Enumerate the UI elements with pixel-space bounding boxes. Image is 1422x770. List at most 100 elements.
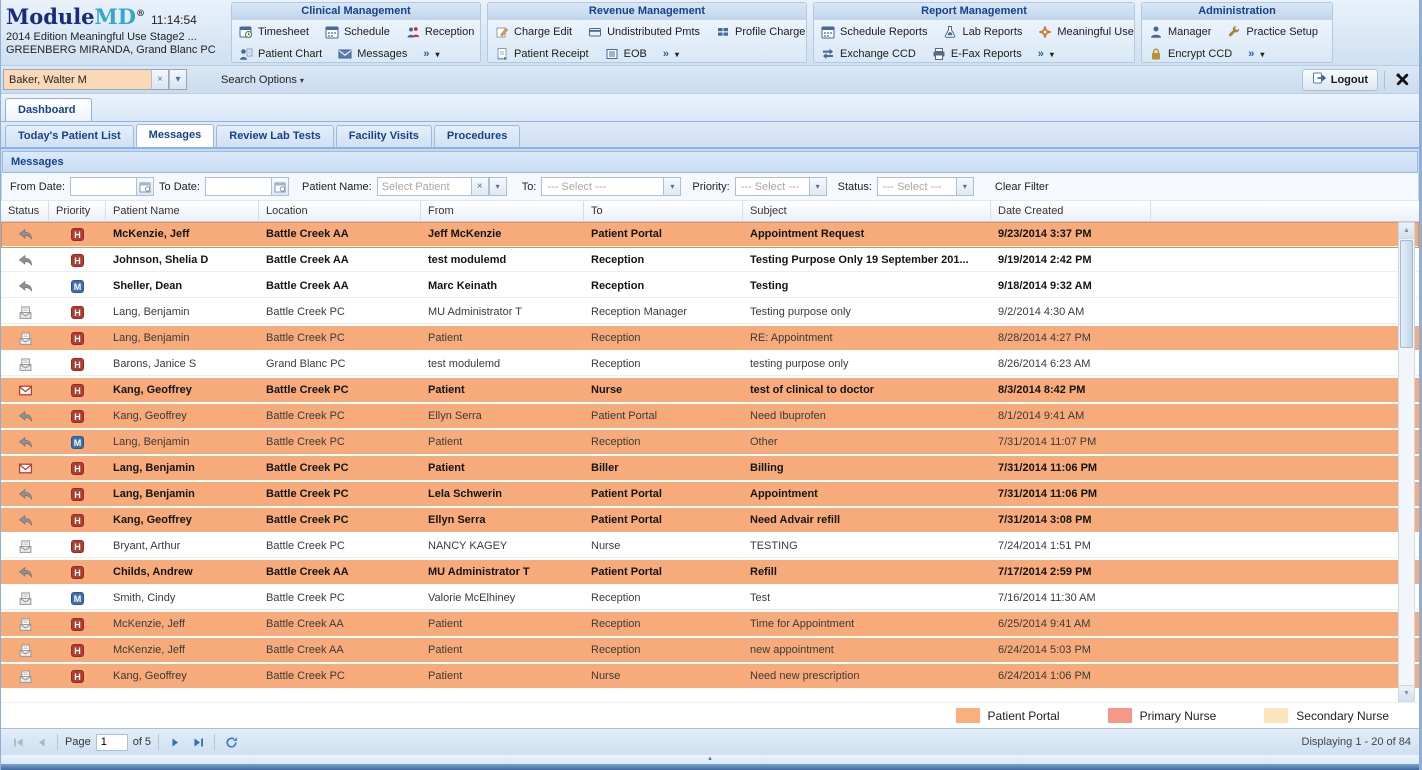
message-row[interactable]: HLang, BenjaminBattle Creek PCLela Schwe… — [1, 482, 1419, 508]
priority-badge: H — [71, 644, 84, 657]
ribbon-item-schedule[interactable]: Schedule — [325, 25, 390, 39]
ribbon-more-button-revenue-management[interactable]: »▾ — [663, 48, 679, 60]
message-row[interactable]: HJohnson, Shelia DBattle Creek AAtest mo… — [1, 248, 1419, 274]
ribbon-item-meaningful-use[interactable]: Meaningful Use — [1038, 25, 1133, 39]
patient-dropdown-icon[interactable]: ▾ — [489, 177, 507, 196]
search-options-button[interactable]: Search Options ▾ — [221, 74, 304, 86]
ribbon-group-title: Revenue Management — [488, 3, 806, 20]
ribbon-item-messages[interactable]: Messages — [338, 47, 407, 61]
to-date-calendar-icon[interactable] — [271, 177, 289, 196]
tab-dashboard[interactable]: Dashboard — [5, 98, 92, 121]
ribbon-item-charge-edit[interactable]: Charge Edit — [495, 25, 572, 39]
ribbon-item-eob[interactable]: EOB — [605, 47, 647, 61]
ribbon-item-e-fax-reports[interactable]: E-Fax Reports — [932, 47, 1022, 61]
message-row[interactable]: HBarons, Janice SGrand Blanc PCtest modu… — [1, 352, 1419, 378]
to-select[interactable]: --- Select --- ▾ — [541, 177, 681, 196]
column-header-subject[interactable]: Subject — [743, 201, 991, 222]
column-header-from[interactable]: From — [421, 201, 584, 222]
refresh-icon[interactable] — [222, 733, 240, 751]
ribbon-item-schedule-reports[interactable]: Schedule Reports — [821, 25, 927, 39]
column-header-date-created[interactable]: Date Created — [991, 201, 1151, 222]
ribbon-item-encrypt-ccd[interactable]: Encrypt CCD — [1149, 47, 1232, 61]
from-date-input[interactable] — [70, 177, 136, 196]
subject-cell: TESTING — [743, 540, 991, 552]
last-page-button[interactable] — [189, 733, 207, 751]
ribbon-item-exchange-ccd[interactable]: Exchange CCD — [821, 47, 916, 61]
location-cell: Battle Creek PC — [259, 514, 421, 526]
ribbon-item-lab-reports[interactable]: Lab Reports — [943, 25, 1022, 39]
message-row[interactable]: MSheller, DeanBattle Creek AAMarc Keinat… — [1, 274, 1419, 300]
column-header-location[interactable]: Location — [259, 201, 421, 222]
vertical-scrollbar[interactable]: ▲ ▼ — [1398, 222, 1415, 702]
column-header-to[interactable]: To — [584, 201, 743, 222]
column-header-status[interactable]: Status — [1, 201, 49, 222]
tab-procedures[interactable]: Procedures — [434, 125, 521, 147]
next-page-button[interactable] — [166, 733, 184, 751]
subject-cell: Need Ibuprofen — [743, 410, 991, 422]
column-header-priority[interactable]: Priority — [49, 201, 106, 222]
to-cell: Nurse — [584, 540, 743, 552]
clear-filter-button[interactable]: Clear Filter — [995, 181, 1049, 193]
message-row[interactable]: HKang, GeoffreyBattle Creek PCPatientNur… — [1, 378, 1419, 404]
message-row[interactable]: HKang, GeoffreyBattle Creek PCPatientNur… — [1, 664, 1419, 690]
ribbon-more-button-administration[interactable]: »▾ — [1248, 48, 1264, 60]
date-created-cell: 8/3/2014 8:42 PM — [991, 384, 1151, 396]
patient-name-input[interactable] — [377, 177, 471, 196]
page-number-input[interactable] — [96, 734, 128, 751]
status-select[interactable]: --- Select --- ▾ — [877, 177, 974, 196]
tab-messages[interactable]: Messages — [136, 124, 215, 147]
logo-module: Module — [6, 4, 95, 29]
patient-search-input[interactable] — [3, 69, 151, 90]
search-dropdown-icon[interactable]: ▾ — [169, 69, 187, 90]
ribbon-item-patient-receipt[interactable]: Patient Receipt — [495, 47, 589, 61]
message-row[interactable]: HLang, BenjaminBattle Creek PCMU Adminis… — [1, 300, 1419, 326]
message-row[interactable]: HLang, BenjaminBattle Creek PCPatientRec… — [1, 326, 1419, 352]
from-date-calendar-icon[interactable] — [136, 177, 154, 196]
previous-page-button[interactable] — [32, 733, 50, 751]
date-created-cell: 9/2/2014 4:30 AM — [991, 306, 1151, 318]
ribbon-item-undistributed-pmts[interactable]: Undistributed Pmts — [588, 25, 700, 39]
ribbon-item-reception[interactable]: Reception — [406, 25, 475, 39]
tab-facility-visits[interactable]: Facility Visits — [336, 125, 432, 147]
from-cell: Patient — [421, 436, 584, 448]
message-row[interactable]: HMcKenzie, JeffBattle Creek AAPatientRec… — [1, 612, 1419, 638]
ribbon-item-timesheet[interactable]: Timesheet — [239, 25, 309, 39]
message-row[interactable]: HBryant, ArthurBattle Creek PCNANCY KAGE… — [1, 534, 1419, 560]
ribbon-item-label: Meaningful Use — [1057, 26, 1133, 38]
ribbon-more-button-clinical-management[interactable]: »▾ — [423, 48, 439, 60]
search-clear-icon[interactable]: × — [151, 69, 169, 90]
tab-review-lab-tests[interactable]: Review Lab Tests — [216, 125, 334, 147]
message-row[interactable]: HChilds, AndrewBattle Creek AAMU Adminis… — [1, 560, 1419, 586]
location-cell: Battle Creek PC — [259, 306, 421, 318]
message-row[interactable]: HLang, BenjaminBattle Creek PCPatientBil… — [1, 456, 1419, 482]
scrollbar-thumb[interactable] — [1400, 240, 1413, 348]
ribbon-more-button-report-management[interactable]: »▾ — [1038, 48, 1054, 60]
message-row[interactable]: HMcKenzie, JeffBattle Creek AAPatientRec… — [1, 638, 1419, 664]
ribbon-item-practice-setup[interactable]: Practice Setup — [1227, 25, 1318, 39]
ribbon-item-manager[interactable]: Manager — [1149, 25, 1211, 39]
priority-badge: H — [71, 332, 84, 345]
app-window: ModuleMD®11:14:54 2014 Edition Meaningfu… — [0, 0, 1422, 770]
from-date-field — [70, 177, 154, 196]
ribbon-item-profile-charge[interactable]: Profile Charge — [716, 25, 805, 39]
message-row[interactable]: MLang, BenjaminBattle Creek PCPatientRec… — [1, 430, 1419, 456]
message-row[interactable]: HKang, GeoffreyBattle Creek PCEllyn Serr… — [1, 404, 1419, 430]
collapse-handle[interactable]: ▴ — [1, 755, 1419, 764]
mail-open-icon — [1, 643, 49, 658]
location-cell: Battle Creek PC — [259, 488, 421, 500]
scroll-down-icon[interactable]: ▼ — [1399, 685, 1414, 701]
message-row[interactable]: HMcKenzie, JeffBattle Creek AAJeff McKen… — [1, 222, 1419, 248]
tab-today-s-patient-list[interactable]: Today's Patient List — [5, 125, 134, 147]
scroll-up-icon[interactable]: ▲ — [1399, 223, 1414, 239]
message-row[interactable]: HKang, GeoffreyBattle Creek PCEllyn Serr… — [1, 508, 1419, 534]
priority-select[interactable]: --- Select --- ▾ — [735, 177, 827, 196]
message-row[interactable]: MSmith, CindyBattle Creek PCValorie McEl… — [1, 586, 1419, 612]
ribbon-group-title: Administration — [1142, 3, 1332, 20]
patient-clear-icon[interactable]: × — [471, 177, 489, 196]
ribbon-item-patient-chart[interactable]: Patient Chart — [239, 47, 322, 61]
to-date-input[interactable] — [205, 177, 271, 196]
column-header-patient-name[interactable]: Patient Name — [106, 201, 259, 222]
tools-icon[interactable] — [1391, 69, 1413, 91]
logout-button[interactable]: Logout — [1302, 69, 1378, 91]
first-page-button[interactable] — [9, 733, 27, 751]
